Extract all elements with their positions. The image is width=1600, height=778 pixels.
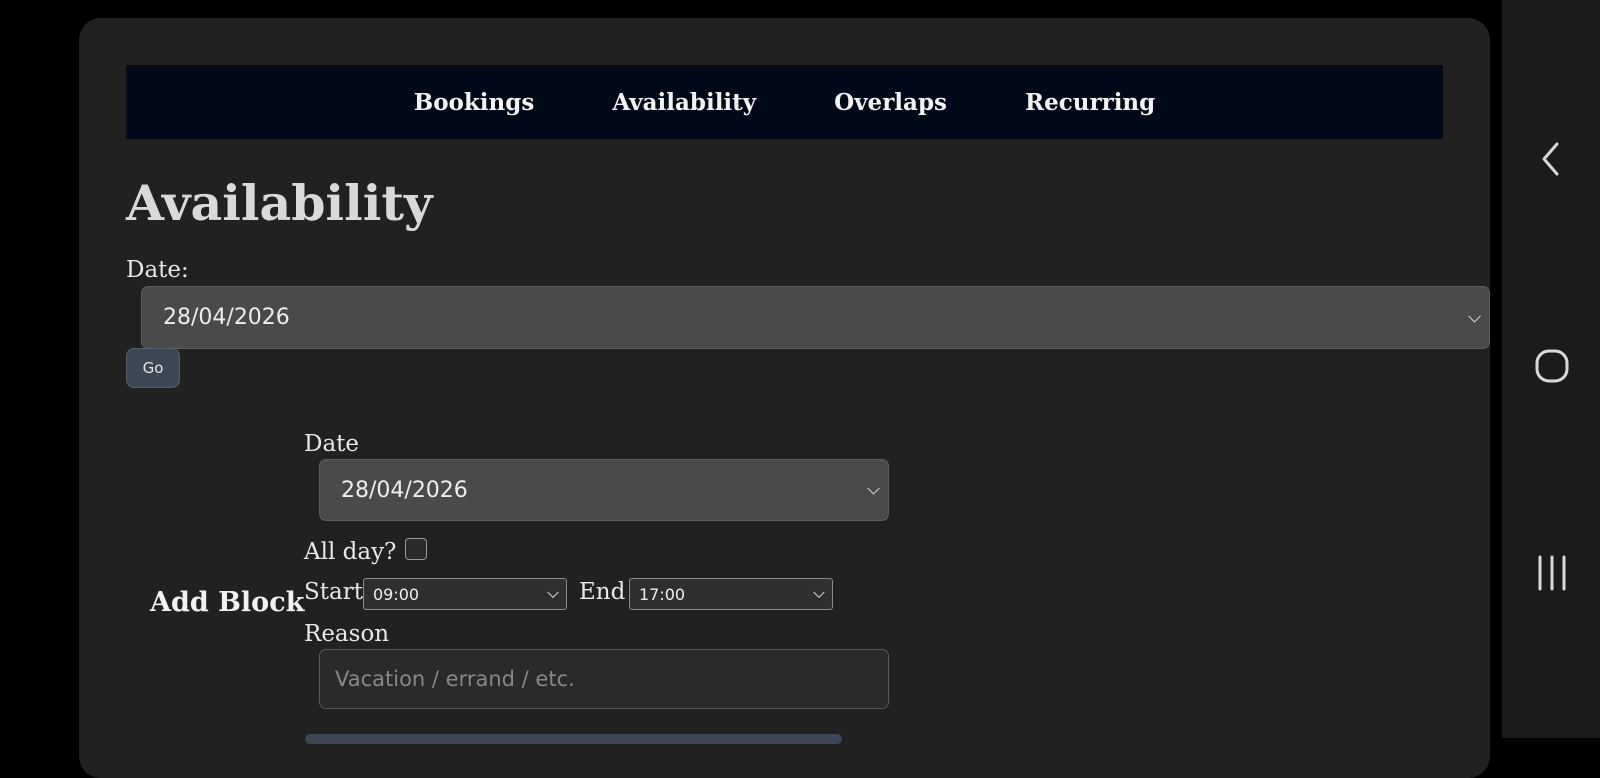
all-day-label: All day? — [304, 539, 397, 565]
nav-bookings-link[interactable]: Bookings — [414, 89, 535, 116]
recent-apps-icon[interactable] — [1527, 549, 1577, 599]
reason-input[interactable]: Vacation / errand / etc. — [319, 649, 889, 709]
start-time-select[interactable]: 09:00 — [363, 578, 567, 610]
start-label: Start — [304, 579, 363, 605]
block-date-value: 28/04/2026 — [341, 477, 468, 503]
end-time-value: 17:00 — [639, 584, 686, 604]
top-nav: Bookings Availability Overlaps Recurring — [126, 65, 1443, 139]
all-day-checkbox[interactable] — [405, 538, 427, 560]
chevron-down-icon — [1468, 309, 1481, 323]
date-select[interactable]: 28/04/2026 — [141, 286, 1490, 349]
date-select-value: 28/04/2026 — [163, 305, 290, 330]
block-date-select[interactable]: 28/04/2026 — [319, 459, 889, 521]
page-title: Availability — [126, 174, 433, 232]
nav-availability-link[interactable]: Availability — [612, 89, 756, 116]
chevron-down-icon — [867, 481, 880, 495]
block-date-label: Date — [304, 431, 360, 457]
reason-label: Reason — [304, 621, 390, 647]
go-button[interactable]: Go — [126, 348, 180, 388]
chevron-down-icon — [547, 586, 559, 599]
end-label: End — [579, 579, 626, 605]
back-icon[interactable] — [1527, 134, 1577, 184]
add-block-heading: Add Block — [150, 587, 305, 618]
date-label: Date: — [126, 257, 189, 283]
add-block-submit-button[interactable] — [305, 734, 842, 744]
reason-placeholder: Vacation / errand / etc. — [335, 667, 575, 691]
nav-overlaps-link[interactable]: Overlaps — [834, 89, 947, 116]
start-time-value: 09:00 — [373, 584, 420, 604]
nav-recurring-link[interactable]: Recurring — [1025, 89, 1155, 116]
chevron-down-icon — [813, 586, 825, 599]
home-icon[interactable] — [1527, 341, 1577, 391]
end-time-select[interactable]: 17:00 — [629, 578, 833, 610]
